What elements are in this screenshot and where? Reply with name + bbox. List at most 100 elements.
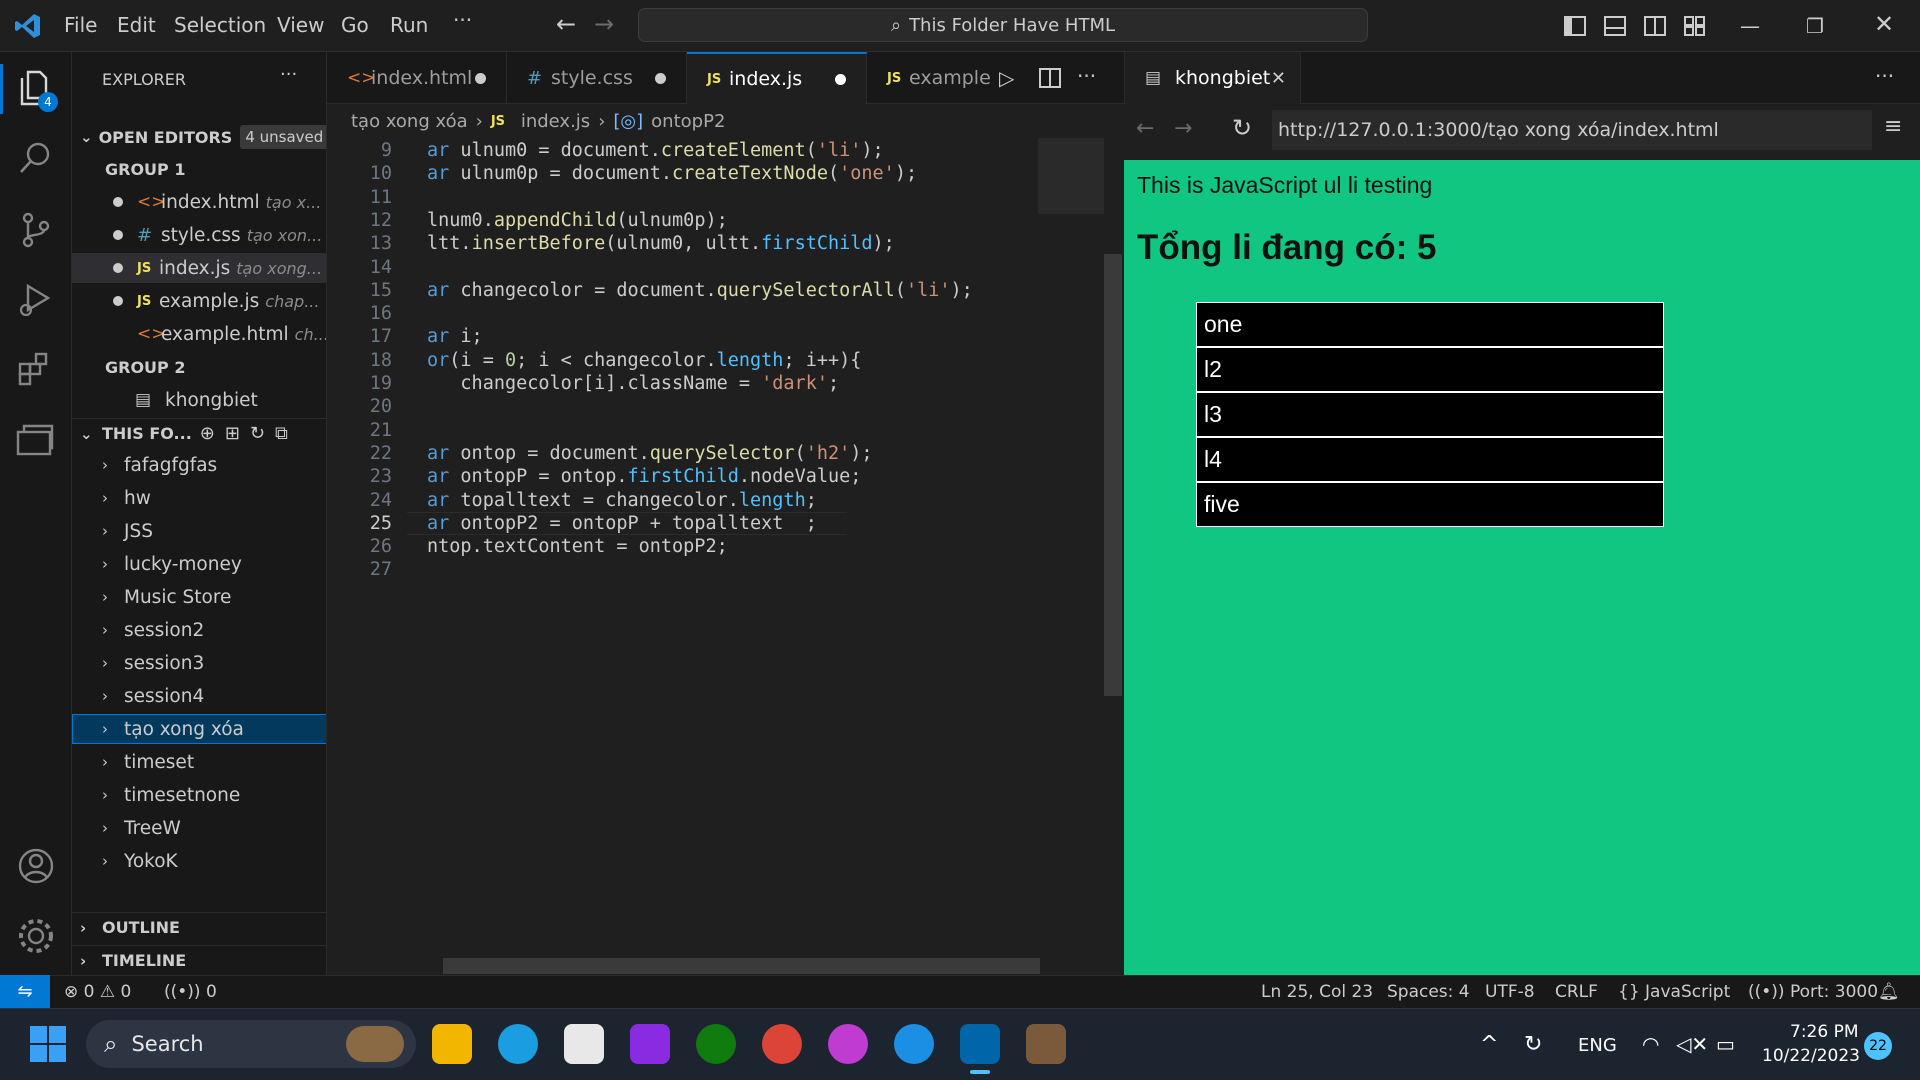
- accounts-icon[interactable]: [14, 844, 58, 888]
- remote-indicator-icon[interactable]: ⇋: [0, 975, 50, 1008]
- code-editor[interactable]: 9 ar ulnum0 = document.createElement('li'…: [327, 138, 1124, 975]
- edge-taskbar-icon[interactable]: [498, 1024, 538, 1064]
- ports-status[interactable]: ((•)) 0: [164, 982, 217, 1002]
- store-taskbar-icon[interactable]: [564, 1024, 604, 1064]
- code-line[interactable]: changecolor[i].className = 'dark';: [427, 373, 839, 394]
- folder-item[interactable]: › session2: [72, 615, 326, 645]
- close-tab-icon[interactable]: ✕: [1271, 68, 1286, 89]
- folder-item[interactable]: › session3: [72, 648, 326, 678]
- folder-item[interactable]: › lucky-money: [72, 549, 326, 579]
- folder-header[interactable]: ⌄ THIS FO... ⊕⊞↻⧉: [72, 418, 326, 448]
- tab-khongbiet[interactable]: ▤ khongbiet ✕: [1125, 52, 1301, 104]
- folder-item[interactable]: › Music Store: [72, 582, 326, 612]
- xbox-taskbar-icon[interactable]: [696, 1024, 736, 1064]
- battery-icon[interactable]: ▭: [1716, 1032, 1735, 1056]
- minimap[interactable]: [1038, 138, 1104, 214]
- code-line[interactable]: ar ontop = document.querySelector('h2');: [427, 443, 873, 464]
- encoding[interactable]: UTF-8: [1485, 982, 1535, 1002]
- errors-status[interactable]: ⊗ 0 ⚠ 0: [64, 982, 131, 1002]
- code-line[interactable]: ar i;: [427, 326, 483, 347]
- code-line[interactable]: ar ontopP = ontop.firstChild.nodeValue;: [427, 466, 861, 487]
- folder-item[interactable]: › JSS: [72, 516, 326, 546]
- open-editor-example-html[interactable]: <> example.html ch...: [72, 319, 326, 349]
- tab-example[interactable]: JS example: [867, 52, 997, 104]
- outline-header[interactable]: › OUTLINE: [72, 912, 326, 942]
- wps-taskbar-icon[interactable]: [828, 1024, 868, 1064]
- url-bar[interactable]: http://127.0.0.1:3000/tạo xong xóa/index…: [1272, 110, 1872, 150]
- menu-file[interactable]: File: [64, 13, 97, 37]
- toggle-secondary-sidebar-icon[interactable]: [1644, 16, 1666, 36]
- folder-item[interactable]: › hw: [72, 483, 326, 513]
- app-taskbar-icon[interactable]: [630, 1024, 670, 1064]
- taskbar-search[interactable]: ⌕ Search: [86, 1020, 416, 1068]
- run-debug-icon[interactable]: [14, 278, 58, 322]
- back-arrow-icon[interactable]: ←: [556, 10, 576, 38]
- restore-icon[interactable]: ❐: [1806, 14, 1824, 38]
- manage-gear-icon[interactable]: [14, 914, 58, 958]
- tab-style-css[interactable]: # style.css: [507, 52, 687, 104]
- open-editor-index-js[interactable]: JS index.js tạo xong...: [72, 253, 326, 283]
- run-play-icon[interactable]: ▷: [999, 66, 1014, 90]
- menu-view[interactable]: View: [277, 13, 324, 37]
- folder-actions-icon[interactable]: ⊕⊞↻⧉: [200, 423, 298, 444]
- explorer-more-icon[interactable]: ···: [280, 64, 297, 85]
- open-editor-example-js[interactable]: JS example.js chap...: [72, 286, 326, 316]
- code-line[interactable]: ltt.insertBefore(ulnum0, ultt.firstChild…: [427, 233, 895, 254]
- file-explorer-taskbar-icon[interactable]: [432, 1024, 472, 1064]
- line-ending[interactable]: CRLF: [1555, 982, 1598, 1002]
- cursor-position[interactable]: Ln 25, Col 23: [1261, 982, 1373, 1002]
- skype-taskbar-icon[interactable]: [894, 1024, 934, 1064]
- folder-item[interactable]: › fafagfgfas: [72, 450, 326, 480]
- game-taskbar-icon[interactable]: [1026, 1024, 1066, 1064]
- extensions-icon[interactable]: [14, 348, 58, 392]
- menu-selection[interactable]: Selection: [174, 13, 266, 37]
- clock-date[interactable]: 10/22/2023: [1762, 1046, 1860, 1066]
- windows-start-icon[interactable]: [30, 1026, 66, 1062]
- language-mode[interactable]: {} JavaScript: [1618, 982, 1730, 1002]
- remote-explorer-icon[interactable]: [14, 418, 58, 462]
- command-center[interactable]: ⌕ This Folder Have HTML: [638, 8, 1368, 42]
- live-server-port[interactable]: ((•)) Port: 3000: [1748, 982, 1878, 1002]
- code-line[interactable]: ar topalltext = changecolor.length;: [427, 490, 817, 511]
- chevron-up-icon[interactable]: ^: [1480, 1032, 1498, 1057]
- browser-menu-icon[interactable]: ≡: [1884, 114, 1902, 139]
- open-editor-index-html[interactable]: <> index.html tạo x...: [72, 187, 326, 217]
- open-editors-header[interactable]: ⌄ OPEN EDITORS 4 unsaved: [72, 122, 326, 152]
- browser-back-icon[interactable]: ←: [1136, 116, 1154, 141]
- folder-item[interactable]: › YokoK: [72, 846, 326, 876]
- menu-run[interactable]: Run: [390, 13, 428, 37]
- code-line[interactable]: ar ulnum0 = document.createElement('li')…: [427, 140, 884, 161]
- tab-index-html[interactable]: <> index.html: [327, 52, 507, 104]
- tab-index-js[interactable]: JS index.js: [687, 52, 867, 104]
- folder-item[interactable]: › session4: [72, 681, 326, 711]
- minimize-icon[interactable]: —: [1740, 14, 1760, 38]
- breadcrumb-symbol[interactable]: ontopP2: [651, 111, 725, 132]
- bell-icon[interactable]: 🔔︎: [1878, 982, 1900, 1002]
- input-language[interactable]: ENG: [1578, 1035, 1617, 1056]
- folder-item[interactable]: › tạo xong xóa: [72, 714, 326, 744]
- vscode-taskbar-icon[interactable]: [960, 1024, 1000, 1064]
- notification-badge[interactable]: 22: [1864, 1032, 1892, 1060]
- chrome-taskbar-icon[interactable]: [762, 1024, 802, 1064]
- folder-item[interactable]: › TreeW: [72, 813, 326, 843]
- preview-more-icon[interactable]: ···: [1875, 64, 1894, 88]
- code-line[interactable]: ntop.textContent = ontopP2;: [427, 536, 728, 557]
- editor-more-icon[interactable]: ···: [1077, 64, 1096, 88]
- more-menu-icon[interactable]: ···: [453, 8, 472, 32]
- source-control-icon[interactable]: [14, 208, 58, 252]
- breadcrumb-folder[interactable]: tạo xong xóa: [351, 111, 468, 132]
- code-line[interactable]: ar changecolor = document.querySelectorA…: [427, 280, 973, 301]
- split-editor-icon[interactable]: [1039, 68, 1061, 88]
- code-line[interactable]: or(i = 0; i < changecolor.length; i++){: [427, 350, 861, 371]
- search-icon[interactable]: [14, 136, 58, 180]
- forward-arrow-icon[interactable]: →: [594, 10, 614, 38]
- timeline-header[interactable]: › TIMELINE: [72, 945, 326, 975]
- folder-item[interactable]: › timeset: [72, 747, 326, 777]
- volume-muted-icon[interactable]: ◁✕: [1676, 1032, 1708, 1056]
- clock-time[interactable]: 7:26 PM: [1790, 1022, 1859, 1042]
- toggle-panel-icon[interactable]: [1604, 16, 1626, 36]
- code-line[interactable]: ar ulnum0p = document.createTextNode('on…: [427, 163, 917, 184]
- menu-go[interactable]: Go: [341, 13, 369, 37]
- sync-icon[interactable]: ↻: [1524, 1032, 1542, 1057]
- open-editor-style-css[interactable]: # style.css tạo xon...: [72, 220, 326, 250]
